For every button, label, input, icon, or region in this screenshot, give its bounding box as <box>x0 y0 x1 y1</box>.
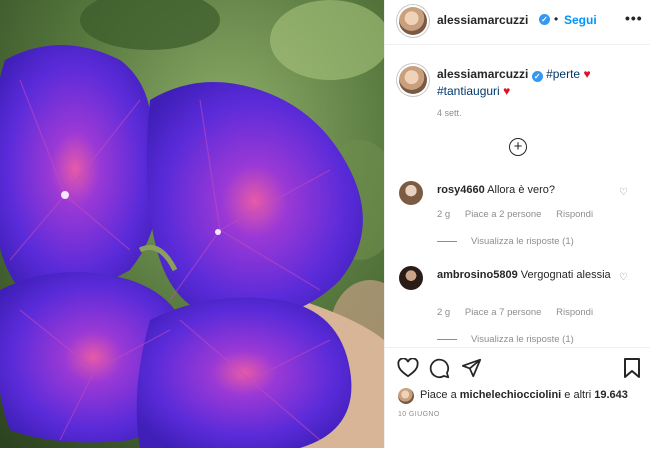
bookmark-icon[interactable] <box>623 357 641 379</box>
comment-like-heart-icon[interactable]: ♡ <box>619 187 628 198</box>
comment-likes[interactable]: Piace a 2 persone <box>465 209 542 220</box>
hashtag-link[interactable]: #tantiauguri <box>437 84 500 98</box>
comment: ambrosino5809 Vergognati alessia <box>437 268 617 282</box>
comment-text: Vergognati alessia <box>520 269 611 281</box>
reply-button[interactable]: Rispondi <box>556 307 593 318</box>
comment-like-heart-icon[interactable]: ♡ <box>619 272 628 283</box>
replies-divider <box>437 240 457 242</box>
comment-text: Allora è vero? <box>487 184 556 196</box>
hashtag-link[interactable]: #perte <box>546 67 580 81</box>
likes-count[interactable]: 19.643 <box>594 389 628 401</box>
caption-time: 4 sett. <box>437 108 462 118</box>
comment-username[interactable]: rosy4660 <box>437 184 485 196</box>
post-image[interactable] <box>0 0 384 448</box>
replies-divider <box>437 338 457 340</box>
comment-time: 2 g <box>437 209 451 220</box>
paper-plane-icon[interactable] <box>461 358 482 378</box>
post-actions: Piace a michelechiocciolini e altri 19.6… <box>385 347 650 449</box>
more-options-icon[interactable]: ••• <box>625 10 643 26</box>
view-replies-button[interactable]: Visualizza le risposte (1) <box>437 236 574 247</box>
likes-prefix: Piace a <box>420 389 460 401</box>
follow-button[interactable]: Segui <box>564 13 597 27</box>
post-side-panel: alessiamarcuzzi ✓ • Segui ••• alessiamar… <box>384 0 650 449</box>
comment-username[interactable]: ambrosino5809 <box>437 269 518 281</box>
comment: rosy4660 Allora è vero? <box>437 183 617 197</box>
red-heart-emoji-icon: ♥ <box>583 67 591 81</box>
load-more-comments-icon[interactable]: + <box>509 138 527 156</box>
likes-middle: e altri <box>561 389 595 401</box>
comment-time: 2 g <box>437 307 451 318</box>
caption-avatar[interactable] <box>399 66 427 94</box>
verified-badge-icon: ✓ <box>539 14 550 25</box>
separator-dot: • <box>554 12 559 26</box>
comment-likes[interactable]: Piace a 7 persone <box>465 307 542 318</box>
post-date: 10 GIUGNO <box>398 411 440 418</box>
comment-meta: 2 g Piace a 2 persone Rispondi <box>437 209 605 220</box>
reply-button[interactable]: Rispondi <box>556 209 593 220</box>
likes-summary[interactable]: Piace a michelechiocciolini e altri 19.6… <box>420 389 628 401</box>
view-replies-label: Visualizza le risposte (1) <box>471 236 574 247</box>
post-caption: alessiamarcuzzi ✓ #perte ♥ #tantiauguri … <box>437 66 637 100</box>
red-heart-emoji-icon: ♥ <box>503 84 511 98</box>
view-replies-label: Visualizza le risposte (1) <box>471 334 574 345</box>
comment-meta: 2 g Piace a 7 persone Rispondi <box>437 307 605 318</box>
verified-badge-icon: ✓ <box>531 71 543 82</box>
commenter-avatar[interactable] <box>399 266 423 290</box>
liker-avatar[interactable] <box>398 388 414 404</box>
view-replies-button[interactable]: Visualizza le risposte (1) <box>437 334 574 345</box>
heart-icon[interactable] <box>397 358 419 378</box>
avatar[interactable] <box>399 7 427 35</box>
comment-icon[interactable] <box>429 358 450 379</box>
commenter-avatar[interactable] <box>399 181 423 205</box>
header-username[interactable]: alessiamarcuzzi <box>437 13 528 27</box>
caption-username[interactable]: alessiamarcuzzi <box>437 67 528 81</box>
morning-glory-photo <box>0 0 384 448</box>
post-header: alessiamarcuzzi ✓ • Segui ••• <box>385 0 650 45</box>
liker-username[interactable]: michelechiocciolini <box>460 389 561 401</box>
